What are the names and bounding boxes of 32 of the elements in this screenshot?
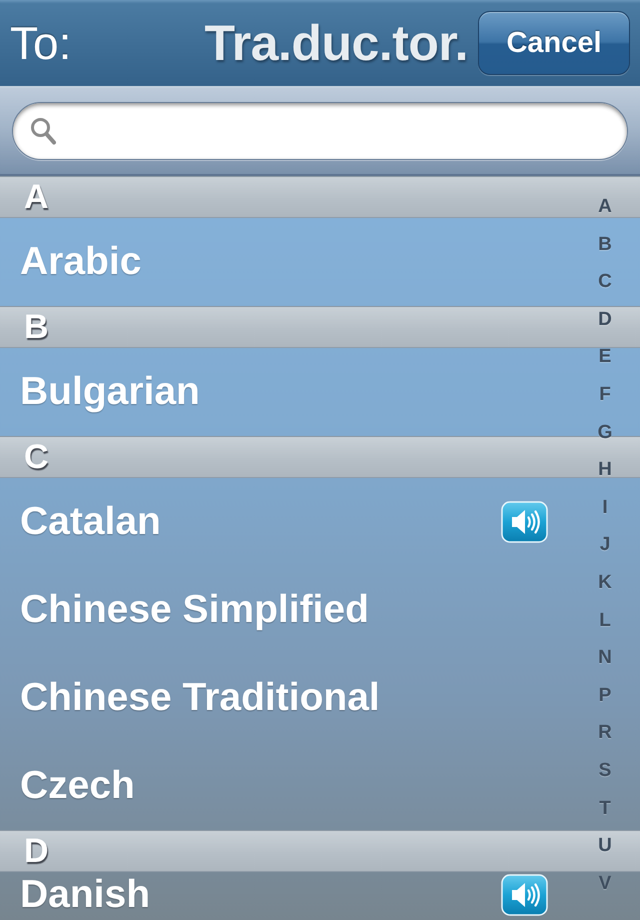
- index-letter[interactable]: S: [598, 752, 612, 790]
- index-letter[interactable]: T: [599, 790, 611, 828]
- speaker-icon[interactable]: [501, 874, 548, 916]
- index-letter[interactable]: F: [599, 376, 611, 414]
- navigation-title: To:: [10, 16, 72, 70]
- index-letter[interactable]: H: [598, 451, 612, 489]
- language-item[interactable]: Arabic: [20, 240, 142, 284]
- index-letter[interactable]: K: [598, 564, 612, 602]
- app-logo: Tra.duc.tor.: [204, 14, 468, 72]
- index-letter[interactable]: L: [599, 602, 611, 640]
- language-item[interactable]: Danish: [20, 873, 150, 917]
- language-item[interactable]: Czech: [20, 764, 135, 808]
- speaker-icon[interactable]: [501, 501, 548, 543]
- language-item[interactable]: Chinese Simplified: [20, 588, 369, 632]
- index-letter[interactable]: V: [598, 864, 612, 902]
- cancel-button[interactable]: Cancel: [478, 11, 630, 75]
- language-item[interactable]: Catalan: [20, 500, 161, 544]
- index-letter[interactable]: D: [598, 300, 612, 338]
- index-letter[interactable]: N: [598, 639, 612, 677]
- index-letter[interactable]: E: [598, 338, 612, 376]
- search-field[interactable]: [12, 102, 628, 160]
- language-item[interactable]: Bulgarian: [20, 370, 200, 414]
- index-letter[interactable]: C: [598, 263, 612, 301]
- search-icon: [30, 117, 56, 145]
- index-letter[interactable]: P: [598, 676, 612, 714]
- index-letter[interactable]: J: [600, 526, 610, 564]
- language-item[interactable]: Chinese Traditional: [20, 676, 380, 720]
- index-letter[interactable]: U: [598, 827, 612, 865]
- index-letter[interactable]: I: [602, 488, 608, 526]
- index-letter[interactable]: R: [598, 714, 612, 752]
- index-letter[interactable]: B: [598, 226, 612, 264]
- index-letter[interactable]: A: [598, 188, 612, 226]
